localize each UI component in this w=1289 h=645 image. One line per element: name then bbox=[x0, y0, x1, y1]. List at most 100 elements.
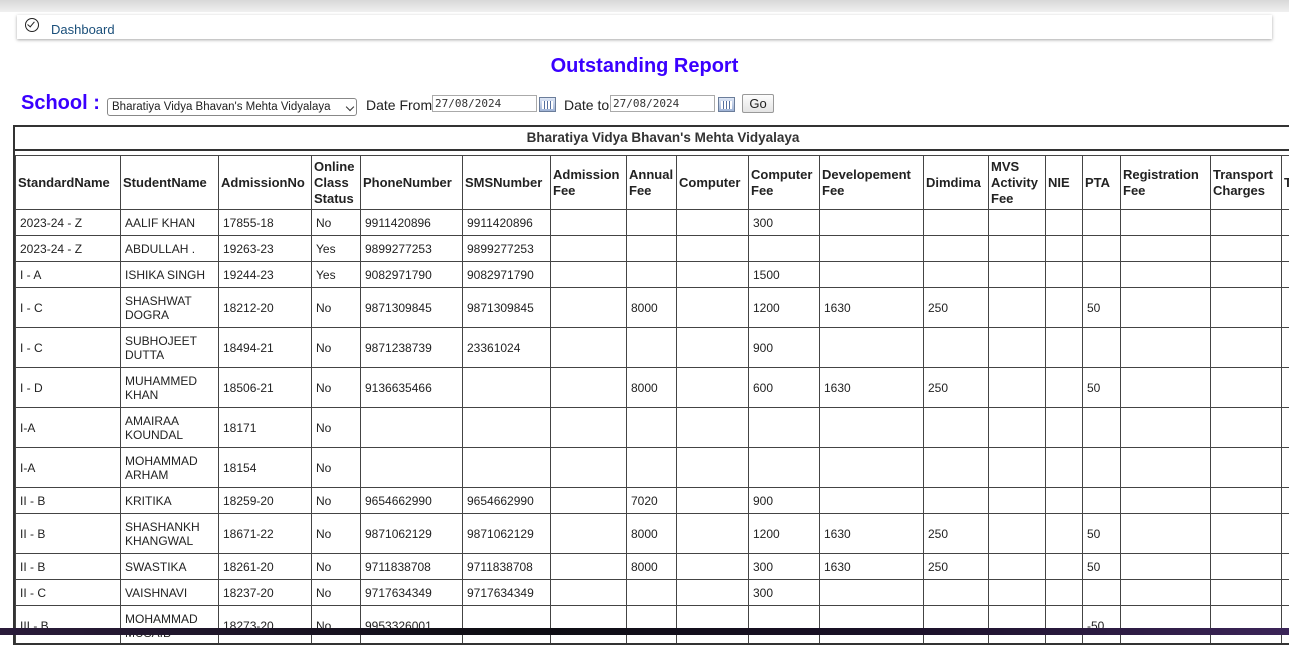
column-header: PTA bbox=[1083, 156, 1121, 210]
table-cell bbox=[989, 448, 1046, 488]
table-cell: 250 bbox=[924, 288, 989, 328]
table-cell bbox=[361, 448, 463, 488]
table-cell: 2023-24 - Z bbox=[16, 210, 121, 236]
table-cell bbox=[627, 236, 677, 262]
table-cell bbox=[989, 328, 1046, 368]
table-cell bbox=[820, 606, 924, 645]
table-cell bbox=[989, 580, 1046, 606]
table-cell: 900 bbox=[749, 328, 820, 368]
table-cell bbox=[989, 554, 1046, 580]
table-cell bbox=[820, 262, 924, 288]
table-cell bbox=[677, 580, 749, 606]
table-cell bbox=[1282, 368, 1289, 408]
table-cell: Yes bbox=[312, 236, 361, 262]
dashboard-link[interactable]: Dashboard bbox=[51, 22, 115, 37]
table-cell: 8000 bbox=[627, 554, 677, 580]
table-cell bbox=[361, 408, 463, 448]
table-cell bbox=[1121, 328, 1211, 368]
table-cell: 50 bbox=[1083, 368, 1121, 408]
table-cell: 9871062129 bbox=[463, 514, 551, 554]
date-from-input[interactable]: 27/08/2024 bbox=[432, 95, 537, 112]
table-cell: 23361024 bbox=[463, 328, 551, 368]
calendar-icon[interactable] bbox=[718, 97, 735, 112]
table-cell: 9871062129 bbox=[361, 514, 463, 554]
check-circle-icon bbox=[25, 18, 39, 32]
table-cell bbox=[1211, 606, 1282, 645]
table-cell bbox=[1046, 368, 1083, 408]
calendar-icon[interactable] bbox=[539, 97, 556, 112]
table-cell bbox=[1083, 210, 1121, 236]
table-cell: 9082971790 bbox=[361, 262, 463, 288]
go-button[interactable]: Go bbox=[742, 94, 774, 113]
table-cell bbox=[1046, 606, 1083, 645]
table-cell: 1500 bbox=[749, 262, 820, 288]
table-cell bbox=[1211, 408, 1282, 448]
table-cell bbox=[749, 448, 820, 488]
table-cell: 18212-20 bbox=[219, 288, 312, 328]
table-cell: AALIF KHAN bbox=[121, 210, 219, 236]
date-to-input[interactable]: 27/08/2024 bbox=[610, 95, 715, 112]
table-cell bbox=[1046, 236, 1083, 262]
table-cell: 9717634349 bbox=[463, 580, 551, 606]
table-cell: 1200 bbox=[749, 514, 820, 554]
table-cell bbox=[924, 606, 989, 645]
table-cell: MOHAMMAD ARHAM bbox=[121, 448, 219, 488]
table-cell bbox=[820, 236, 924, 262]
table-cell: 1200 bbox=[749, 288, 820, 328]
school-select[interactable]: Bharatiya Vidya Bhavan's Mehta Vidyalaya bbox=[107, 98, 357, 116]
table-cell: 900 bbox=[749, 488, 820, 514]
table-cell bbox=[1211, 580, 1282, 606]
table-cell bbox=[1083, 236, 1121, 262]
column-header: Transport Charges bbox=[1211, 156, 1282, 210]
table-cell: 18671-22 bbox=[219, 514, 312, 554]
table-cell bbox=[627, 606, 677, 645]
table-cell: II - B bbox=[16, 514, 121, 554]
table-cell: II - B bbox=[16, 488, 121, 514]
table-cell bbox=[1282, 236, 1289, 262]
table-cell bbox=[627, 262, 677, 288]
table-cell: 2023-24 - Z bbox=[16, 236, 121, 262]
table-cell: 1630 bbox=[820, 514, 924, 554]
chevron-down-icon bbox=[346, 103, 354, 111]
table-cell: MUHAMMED KHAN bbox=[121, 368, 219, 408]
table-cell: No bbox=[312, 448, 361, 488]
table-cell bbox=[1121, 488, 1211, 514]
table-cell: II - B bbox=[16, 554, 121, 580]
table-cell bbox=[551, 488, 627, 514]
table-row: II - BSHASHANKH KHANGWAL18671-22No987106… bbox=[16, 514, 1289, 554]
table-cell bbox=[1121, 554, 1211, 580]
table-cell bbox=[820, 448, 924, 488]
table-cell bbox=[1211, 514, 1282, 554]
table-cell bbox=[1282, 448, 1289, 488]
table-cell: I - D bbox=[16, 368, 121, 408]
table-cell bbox=[1211, 554, 1282, 580]
page-title: Outstanding Report bbox=[0, 55, 1289, 78]
table-cell: No bbox=[312, 580, 361, 606]
table-cell bbox=[677, 448, 749, 488]
table-cell bbox=[677, 210, 749, 236]
table-cell: No bbox=[312, 288, 361, 328]
table-cell bbox=[1211, 328, 1282, 368]
table-row: II - BKRITIKA18259-20No96546629909654662… bbox=[16, 488, 1289, 514]
table-cell: 8000 bbox=[627, 288, 677, 328]
table-cell: 8000 bbox=[627, 368, 677, 408]
table-cell: ABDULLAH . bbox=[121, 236, 219, 262]
table-cell bbox=[1282, 580, 1289, 606]
table-cell: ISHIKA SINGH bbox=[121, 262, 219, 288]
table-cell bbox=[551, 210, 627, 236]
table-cell bbox=[989, 236, 1046, 262]
table-cell: SUBHOJEET DUTTA bbox=[121, 328, 219, 368]
table-cell bbox=[551, 580, 627, 606]
table-cell bbox=[1211, 236, 1282, 262]
table-cell bbox=[1121, 210, 1211, 236]
table-cell bbox=[1282, 408, 1289, 448]
table-cell: III - B bbox=[16, 606, 121, 645]
table-cell: 7020 bbox=[627, 488, 677, 514]
table-cell bbox=[924, 580, 989, 606]
table-cell bbox=[1046, 448, 1083, 488]
table-cell bbox=[820, 580, 924, 606]
table-cell bbox=[989, 288, 1046, 328]
table-cell bbox=[924, 210, 989, 236]
table-cell: 250 bbox=[924, 554, 989, 580]
table-cell bbox=[1046, 288, 1083, 328]
